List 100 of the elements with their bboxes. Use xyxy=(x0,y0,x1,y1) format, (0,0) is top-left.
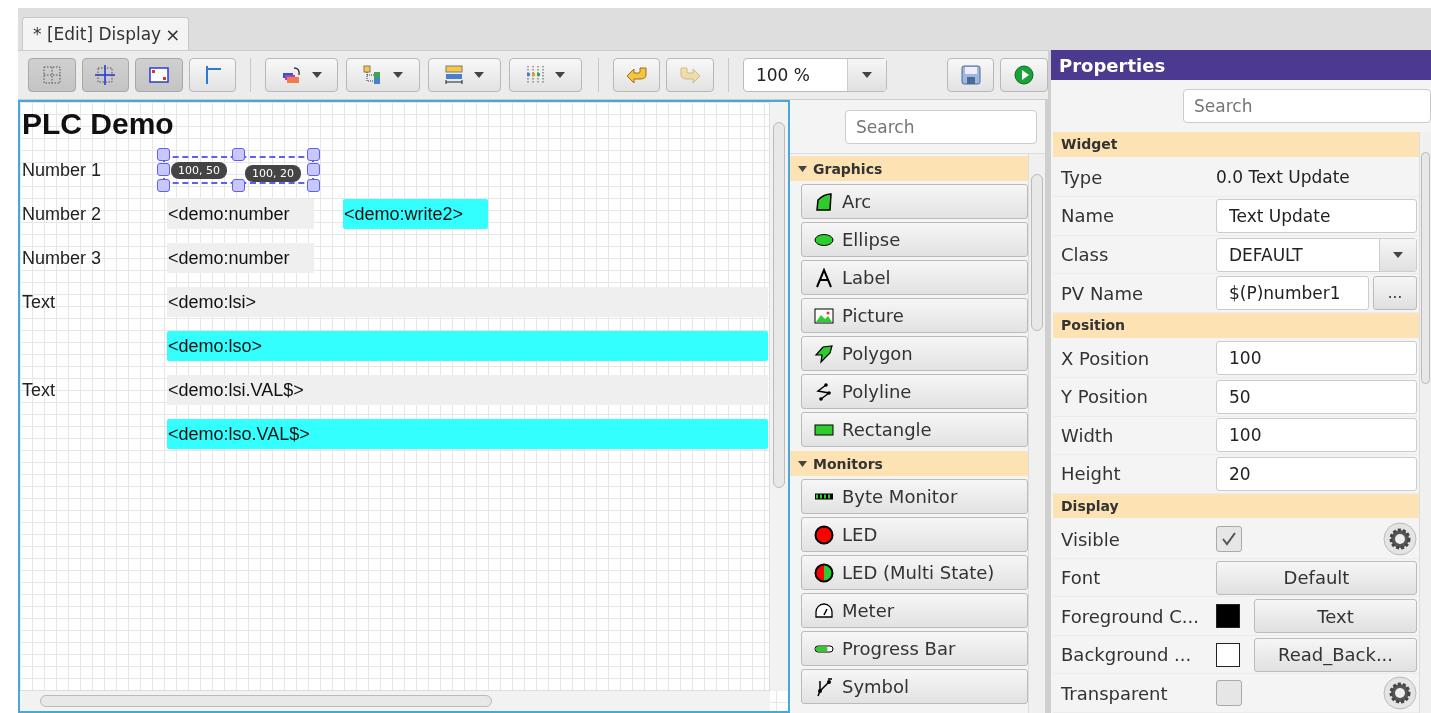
vertical-scrollbar[interactable] xyxy=(769,102,788,691)
palette-item[interactable]: Picture xyxy=(801,298,1028,333)
category-title: Graphics xyxy=(813,160,883,177)
palette-item[interactable]: LED (Multi State) xyxy=(801,555,1028,590)
font-button[interactable]: Default xyxy=(1216,560,1417,595)
horizontal-scrollbar[interactable] xyxy=(20,690,770,711)
letter-icon xyxy=(814,267,834,288)
color-button[interactable]: Read_Back... xyxy=(1254,637,1417,672)
property-label: X Position xyxy=(1060,347,1151,369)
checkbox[interactable] xyxy=(1216,526,1242,553)
resize-handle[interactable] xyxy=(307,163,320,176)
search-field[interactable]: Search xyxy=(845,109,1037,144)
widget-label: Number 3 xyxy=(21,247,102,268)
editor-tab[interactable]: * [Edit] Display × xyxy=(22,17,190,50)
text-update: <demo:lsi> xyxy=(167,287,768,317)
text-field[interactable]: 100 xyxy=(1216,418,1417,453)
toggle-button[interactable] xyxy=(135,58,183,92)
led-icon xyxy=(814,524,834,545)
palette-item[interactable]: Polygon xyxy=(801,336,1028,371)
caret-icon xyxy=(474,72,485,78)
palette-item[interactable]: Ellipse xyxy=(801,222,1028,257)
search-field[interactable]: Search xyxy=(1183,89,1431,123)
toggle-button[interactable] xyxy=(28,58,76,92)
property-label: Visible xyxy=(1060,528,1121,550)
zoom-combo[interactable]: 100 % xyxy=(743,58,888,92)
widget-label: Number 1 xyxy=(21,159,102,180)
text-field[interactable]: $(P)number1 xyxy=(1216,276,1369,311)
toggle-button[interactable] xyxy=(188,58,237,92)
caret-icon xyxy=(862,72,873,78)
property-label: Class xyxy=(1060,244,1110,265)
browse-button[interactable]: ... xyxy=(1373,276,1417,311)
dropdown-button[interactable] xyxy=(265,58,339,92)
vertical-scrollbar[interactable] xyxy=(1419,132,1431,713)
expanded-arrow-icon xyxy=(798,459,807,468)
property-label: Foreground C... xyxy=(1060,605,1200,627)
byte-monitor-icon xyxy=(814,493,834,500)
image-icon xyxy=(814,305,834,326)
palette-item[interactable]: Symbol xyxy=(801,669,1028,704)
text-field[interactable]: 100 xyxy=(1216,341,1417,376)
resize-icon xyxy=(444,65,465,85)
toggle-button[interactable] xyxy=(81,58,130,92)
text-update: <demo:number xyxy=(167,243,314,273)
palette-item[interactable]: Arc xyxy=(801,184,1028,219)
undo-arrow-icon xyxy=(625,65,648,85)
property-value: 0.0 Text Update xyxy=(1216,167,1350,188)
text-entry[interactable]: <demo:write2> xyxy=(343,199,488,229)
vertical-scrollbar[interactable] xyxy=(1028,154,1045,713)
palette-item[interactable]: Label xyxy=(801,260,1028,295)
symbol-icon xyxy=(814,676,834,697)
arc-icon xyxy=(814,191,834,212)
caret-icon xyxy=(311,72,322,78)
resize-handle[interactable] xyxy=(157,163,170,176)
dropdown-button[interactable] xyxy=(508,58,582,92)
coordinate-badge: 100, 50 xyxy=(171,162,227,179)
dropdown-button[interactable] xyxy=(427,58,501,92)
property-label: Height xyxy=(1060,463,1122,485)
text-field[interactable]: 50 xyxy=(1216,379,1417,414)
text-entry[interactable]: <demo:lso> xyxy=(167,331,768,361)
text-field[interactable]: Text Update xyxy=(1216,199,1417,233)
section-header: Position xyxy=(1053,312,1419,338)
caret-icon xyxy=(392,72,403,78)
play-icon xyxy=(1014,65,1035,85)
color-swatch[interactable] xyxy=(1216,642,1240,667)
property-label: Background ... xyxy=(1060,644,1193,666)
resize-handle[interactable] xyxy=(232,148,245,161)
palette-item[interactable]: Meter xyxy=(801,593,1028,628)
text-entry[interactable]: <demo:lso.VAL$> xyxy=(167,419,768,449)
run-button[interactable] xyxy=(1000,58,1048,92)
color-swatch[interactable] xyxy=(1216,604,1240,629)
save-button[interactable] xyxy=(946,58,995,92)
property-label: Y Position xyxy=(1060,386,1149,408)
resize-handle[interactable] xyxy=(307,148,320,161)
property-label: Name xyxy=(1060,205,1116,227)
tab-title: * [Edit] Display xyxy=(33,24,162,44)
palette-item[interactable]: LED xyxy=(801,517,1028,552)
multi-state-led-icon xyxy=(814,562,834,583)
layers-icon xyxy=(281,65,302,85)
undo-button[interactable] xyxy=(612,58,661,92)
caret-icon xyxy=(1393,251,1403,258)
palette-item[interactable]: Progress Bar xyxy=(801,631,1028,666)
color-button[interactable]: Text xyxy=(1254,599,1417,634)
dropdown-button[interactable] xyxy=(346,58,420,92)
checkbox[interactable] xyxy=(1216,680,1242,707)
resize-handle[interactable] xyxy=(232,179,245,192)
resize-handle[interactable] xyxy=(157,179,170,192)
category-header[interactable]: Graphics xyxy=(790,156,1028,181)
palette-item[interactable]: Polyline xyxy=(801,374,1028,409)
resize-handle[interactable] xyxy=(157,148,170,161)
resize-handle[interactable] xyxy=(307,179,320,192)
palette-item[interactable]: Byte Monitor xyxy=(801,479,1028,514)
text-field[interactable]: 20 xyxy=(1216,456,1417,491)
text-update: <demo:number xyxy=(167,199,314,229)
tree-icon xyxy=(362,65,383,85)
category-header[interactable]: Monitors xyxy=(790,451,1028,476)
close-icon[interactable]: × xyxy=(165,23,181,45)
widget-label: Number 2 xyxy=(21,203,102,224)
caret-icon xyxy=(555,72,566,78)
palette-item[interactable]: Rectangle xyxy=(801,412,1028,447)
section-header: Widget xyxy=(1053,132,1419,157)
class-dropdown[interactable]: DEFAULT xyxy=(1216,237,1417,272)
